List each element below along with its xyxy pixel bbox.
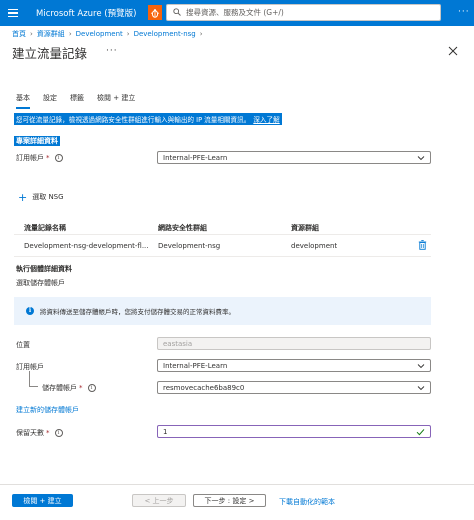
info-banner-text: 將資料傳送至儲存體帳戶時，您將支付儲存體交易的正常資料費率。 (40, 308, 235, 316)
location-label: 位置 (16, 341, 30, 349)
location-field: eastasia (157, 337, 431, 350)
location-value: eastasia (163, 339, 193, 348)
delete-icon[interactable] (418, 240, 427, 252)
breadcrumb-development[interactable]: Development (76, 30, 123, 38)
info-icon[interactable]: i (54, 154, 63, 162)
breadcrumb-resource-groups[interactable]: 資源群組 (37, 29, 65, 39)
storage-subscription-dropdown[interactable]: Internal-PFE-Learn (157, 359, 431, 372)
previous-button[interactable]: < 上一步 (132, 494, 186, 507)
chevron-down-icon (417, 386, 425, 391)
plus-icon: + (18, 190, 28, 204)
required-marker: * (79, 384, 83, 392)
tab-settings[interactable]: 設定 (43, 93, 57, 109)
breadcrumb-development-nsg[interactable]: Development-nsg (134, 30, 196, 38)
subscription-dropdown[interactable]: Internal-PFE-Learn (157, 151, 431, 164)
column-header-flow-log-name: 流量記錄名稱 (24, 224, 66, 232)
brand-title[interactable]: Microsoft Azure (預覽版) (36, 7, 136, 19)
chevron-right-icon: › (68, 30, 72, 38)
info-icon[interactable]: i (54, 429, 63, 437)
info-banner: i 將資料傳送至儲存體帳戶時，您將支付儲存體交易的正常資料費率。 (14, 297, 431, 325)
table-header-divider (14, 234, 431, 235)
column-header-nsg: 網路安全性群組 (158, 224, 207, 232)
table-cell-resource-group: development (291, 242, 338, 250)
global-search-box[interactable]: 搜尋資源、服務及文件 (G+/) (166, 4, 441, 21)
retention-days-label: 保留天數 * i (16, 428, 63, 438)
breadcrumb-home[interactable]: 首頁 (12, 29, 26, 39)
top-bar: Microsoft Azure (預覽版) 搜尋資源、服務及文件 (G+/) ·… (0, 0, 474, 26)
table-cell-nsg: Development-nsg (158, 242, 221, 250)
tab-basics[interactable]: 基本 (16, 93, 30, 109)
select-nsg-label: 選取 NSG (32, 193, 64, 201)
storage-account-label: 儲存體帳戶 * i (42, 383, 96, 393)
tab-review-create[interactable]: 檢閱 + 建立 (97, 93, 135, 109)
hamburger-menu-icon[interactable] (0, 0, 26, 26)
project-details-heading: 專案詳細資料 (14, 136, 60, 146)
storage-account-dropdown[interactable]: resmovecache6ba89c0 (157, 381, 431, 394)
table-row-divider (14, 256, 431, 257)
column-header-resource-group: 資源群組 (291, 224, 319, 232)
retention-days-label-text: 保留天數 (16, 429, 44, 437)
required-marker: * (46, 429, 50, 437)
more-options-icon[interactable]: ··· (458, 7, 470, 17)
info-circle-icon: i (26, 307, 34, 315)
download-template-link[interactable]: 下載自動化的範本 (279, 497, 335, 507)
storage-account-value: resmovecache6ba89c0 (163, 383, 245, 392)
title-more-icon[interactable]: ··· (106, 46, 118, 56)
review-create-button[interactable]: 檢閱 + 建立 (12, 494, 73, 507)
select-storage-text: 選取儲存體帳戶 (16, 279, 65, 287)
description-text: 您可從流量記錄，檢視透過網路安全性群組進行輸入與輸出的 IP 流量相關資訊。 深入… (14, 113, 282, 125)
description-body: 您可從流量記錄，檢視透過網路安全性群組進行輸入與輸出的 IP 流量相關資訊。 (16, 116, 251, 124)
chevron-right-icon: › (30, 30, 33, 38)
chevron-right-icon: › (126, 30, 130, 38)
learn-more-link[interactable]: 深入了解 (253, 116, 279, 124)
required-marker: * (46, 154, 50, 162)
bug-icon[interactable] (148, 5, 162, 20)
footer-divider (0, 484, 474, 485)
breadcrumb: 首頁 › 資源群組 › Development › Development-ns… (12, 29, 207, 39)
storage-account-label-text: 儲存體帳戶 (42, 384, 77, 392)
chevron-down-icon (417, 156, 425, 161)
next-button[interactable]: 下一步 : 設定 > (193, 494, 266, 507)
table-cell-flow-log-name: Development-nsg-development-fl... (24, 242, 149, 250)
retention-days-value: 1 (163, 427, 168, 436)
select-nsg-button[interactable]: + 選取 NSG (18, 190, 64, 204)
subscription-label: 訂用帳戶 * i (16, 153, 63, 163)
subscription-value: Internal-PFE-Learn (163, 153, 228, 162)
checkmark-icon (416, 429, 425, 436)
search-placeholder: 搜尋資源、服務及文件 (G+/) (186, 8, 284, 17)
page-title: 建立流量記錄 (12, 46, 88, 61)
instance-details-heading: 執行個體詳細資料 (16, 265, 72, 273)
info-icon[interactable]: i (87, 384, 96, 392)
storage-subscription-value: Internal-PFE-Learn (163, 361, 228, 370)
create-storage-account-link[interactable]: 建立新的儲存體帳戶 (16, 405, 79, 415)
subscription-label-text: 訂用帳戶 (16, 154, 44, 162)
close-icon[interactable] (447, 45, 459, 57)
wizard-tabs: 基本 設定 標籤 檢閱 + 建立 (16, 93, 148, 109)
chevron-right-icon: › (199, 30, 203, 38)
tree-connector (29, 371, 38, 387)
search-icon (173, 7, 181, 18)
chevron-down-icon (417, 364, 425, 369)
tab-tags[interactable]: 標籤 (70, 93, 84, 109)
retention-days-input[interactable]: 1 (157, 425, 431, 438)
